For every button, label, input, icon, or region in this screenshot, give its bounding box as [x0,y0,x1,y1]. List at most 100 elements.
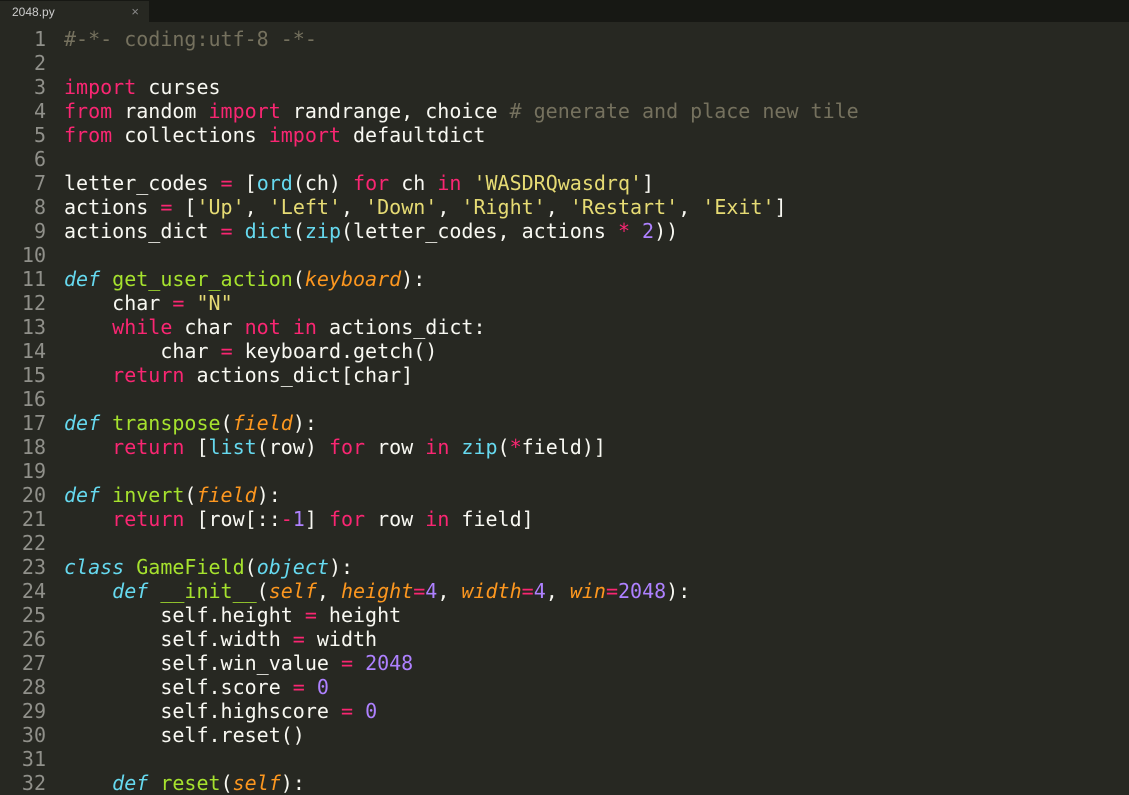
token: 4 [425,579,437,603]
token [233,219,245,243]
code-line[interactable]: char = "N" [64,291,859,315]
token: in [437,171,461,195]
tab-2048-py[interactable]: 2048.py × [0,0,150,22]
code-line[interactable]: return [row[::-1] for row in field] [64,507,859,531]
token: return [112,435,184,459]
code-line[interactable]: actions_dict = dict(zip(letter_codes, ac… [64,219,859,243]
code-line[interactable]: self.win_value = 2048 [64,651,859,675]
token: )) [654,219,678,243]
line-number: 14 [12,339,46,363]
code-line[interactable]: from collections import defaultdict [64,123,859,147]
token: in [293,315,317,339]
token: 1 [293,507,305,531]
indent [112,723,160,747]
code-line[interactable]: class GameField(object): [64,555,859,579]
token: 'WASDRQwasdrq' [473,171,642,195]
code-line[interactable]: self.reset() [64,723,859,747]
line-number: 5 [12,123,46,147]
token: ( [257,579,269,603]
token: ( [293,267,305,291]
token: = [341,699,353,723]
line-number: 10 [12,243,46,267]
token [449,435,461,459]
code-line[interactable]: from random import randrange, choice # g… [64,99,859,123]
code-line[interactable]: self.width = width [64,627,859,651]
code-line[interactable]: letter_codes = [ord(ch) for ch in 'WASDR… [64,171,859,195]
token: = [221,219,233,243]
token: ( [184,483,196,507]
token: , [546,579,570,603]
code-area[interactable]: #-*- coding:utf-8 -*-import cursesfrom r… [58,22,859,782]
line-number: 27 [12,651,46,675]
code-line[interactable]: self.score = 0 [64,675,859,699]
token: 0 [365,699,377,723]
token: curses [136,75,220,99]
token: char [172,315,244,339]
token: = [522,579,534,603]
token: width [305,627,377,651]
token: [ [184,435,208,459]
code-line[interactable]: return [list(row) for row in zip(*field)… [64,435,859,459]
code-line[interactable]: def reset(self): [64,771,859,795]
indent [112,699,160,723]
code-line[interactable]: char = keyboard.getch() [64,339,859,363]
code-line[interactable]: def transpose(field): [64,411,859,435]
indent [64,603,112,627]
token: ): [257,483,281,507]
code-line[interactable] [64,747,859,771]
token: from [64,99,112,123]
token: invert [112,483,184,507]
token: transpose [112,411,220,435]
indent [112,603,160,627]
indent [64,723,112,747]
token: #-*- coding:utf-8 -*- [64,27,317,51]
token: zip [305,219,341,243]
token: ): [401,267,425,291]
editor[interactable]: 1234567891011121314151617181920212223242… [0,22,1129,782]
token: def [112,579,148,603]
code-line[interactable]: actions = ['Up', 'Left', 'Down', 'Right'… [64,195,859,219]
token: = [160,195,172,219]
code-line[interactable] [64,531,859,555]
code-line[interactable]: return actions_dict[char] [64,363,859,387]
code-line[interactable]: while char not in actions_dict: [64,315,859,339]
code-line[interactable]: self.highscore = 0 [64,699,859,723]
indent [64,579,112,603]
indent [112,339,160,363]
code-line[interactable] [64,459,859,483]
token: import [64,75,136,99]
code-line[interactable] [64,147,859,171]
line-number: 28 [12,675,46,699]
token: 2 [642,219,654,243]
token: import [269,123,341,147]
indent [64,699,112,723]
line-number: 9 [12,219,46,243]
token: (ch) [293,171,353,195]
code-line[interactable]: def __init__(self, height=4, width=4, wi… [64,579,859,603]
token: in [425,435,449,459]
token: in [425,507,449,531]
line-number-gutter: 1234567891011121314151617181920212223242… [0,22,58,782]
line-number: 21 [12,507,46,531]
code-line[interactable]: import curses [64,75,859,99]
code-line[interactable]: self.height = height [64,603,859,627]
token: dict [245,219,293,243]
token: self [233,771,281,795]
line-number: 25 [12,603,46,627]
token: keyboard.getch() [233,339,438,363]
line-number: 20 [12,483,46,507]
close-icon[interactable]: × [131,0,139,24]
code-line[interactable] [64,387,859,411]
token: return [112,507,184,531]
line-number: 22 [12,531,46,555]
code-line[interactable]: def invert(field): [64,483,859,507]
token: ( [498,435,510,459]
token [100,411,112,435]
token: * [618,219,630,243]
tab-bar: 2048.py × [0,0,1129,22]
token: collections [112,123,269,147]
code-line[interactable] [64,51,859,75]
code-line[interactable]: #-*- coding:utf-8 -*- [64,27,859,51]
code-line[interactable]: def get_user_action(keyboard): [64,267,859,291]
code-line[interactable] [64,243,859,267]
